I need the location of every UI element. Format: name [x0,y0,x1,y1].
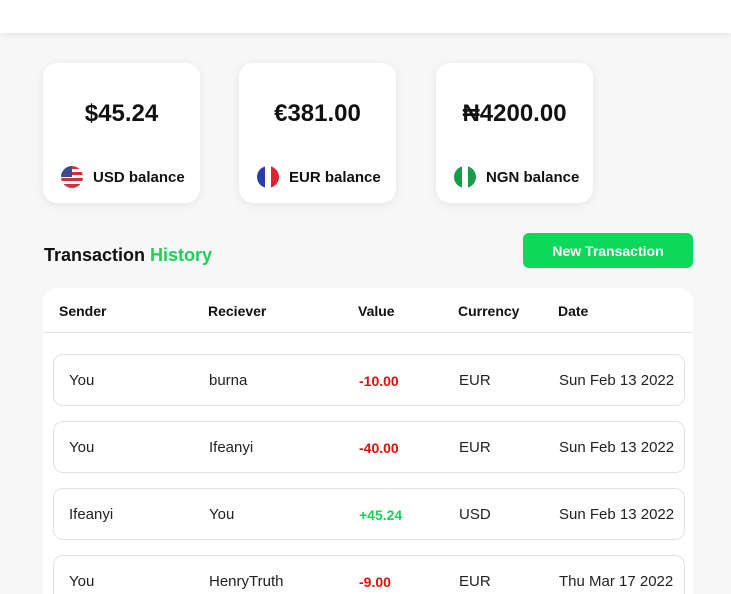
transaction-table: Sender Reciever Value Currency Date You … [43,288,693,594]
new-transaction-button[interactable]: New Transaction [523,233,693,268]
header-date: Date [558,303,589,319]
usd-balance-card: $45.24 USD balance [43,63,200,203]
title-part1: Transaction [44,245,151,265]
header-currency: Currency [458,303,520,319]
cell-date: Sun Feb 13 2022 [559,372,675,389]
cell-currency: EUR [459,439,491,456]
cell-sender: You [69,372,95,389]
cell-receiver: burna [209,372,248,389]
cell-sender: You [69,573,95,590]
cell-date: Sun Feb 13 2022 [559,506,675,523]
cell-sender: You [69,439,95,456]
ngn-balance-label: NGN balance [486,168,580,186]
cell-receiver: You [209,506,235,523]
table-row[interactable]: You burna -10.00 EUR Sun Feb 13 2022 [53,354,685,406]
ngn-balance-amount: ₦4200.00 [462,100,567,127]
table-header: Sender Reciever Value Currency Date [43,288,693,333]
cell-value: -9.00 [359,574,391,590]
usd-balance-amount: $45.24 [84,100,159,127]
nigeria-flag-icon [454,166,476,188]
france-flag-icon [257,166,279,188]
transaction-history-title: Transaction History [44,245,212,266]
eur-balance-amount: €381.00 [274,100,361,127]
table-row[interactable]: Ifeanyi You +45.24 USD Sun Feb 13 2022 [53,488,685,540]
header-value: Value [358,303,395,319]
cell-value: -40.00 [359,440,399,456]
table-row[interactable]: You HenryTruth -9.00 EUR Thu Mar 17 2022 [53,555,685,594]
top-navbar [0,0,731,33]
eur-balance-card: €381.00 EUR balance [239,63,396,203]
cell-receiver: HenryTruth [209,573,284,590]
ngn-balance-card: ₦4200.00 NGN balance [436,63,593,203]
cell-date: Sun Feb 13 2022 [559,439,675,456]
cell-value: +45.24 [359,507,403,523]
cell-value: -10.00 [359,373,399,389]
cell-currency: USD [459,506,491,523]
cell-receiver: Ifeanyi [209,439,254,456]
cell-currency: EUR [459,372,491,389]
us-flag-icon [61,166,83,188]
header-receiver: Reciever [208,303,267,319]
usd-balance-label: USD balance [93,168,185,186]
header-sender: Sender [59,303,107,319]
title-part2: History [150,245,213,265]
cell-sender: Ifeanyi [69,506,114,523]
cell-currency: EUR [459,573,491,590]
table-row[interactable]: You Ifeanyi -40.00 EUR Sun Feb 13 2022 [53,421,685,473]
cell-date: Thu Mar 17 2022 [559,573,674,590]
eur-balance-label: EUR balance [289,168,381,186]
